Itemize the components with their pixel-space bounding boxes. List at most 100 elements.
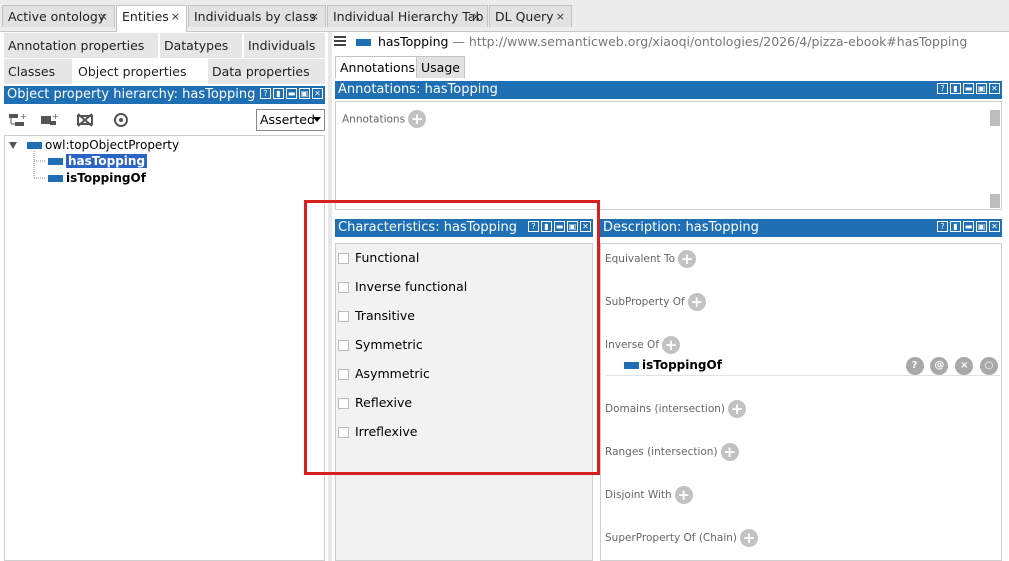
minimize-icon[interactable]: ▬ xyxy=(286,88,297,99)
split-icon[interactable]: ▮ xyxy=(950,221,961,232)
delete-button[interactable]: × xyxy=(955,357,974,375)
view-buttons: ? ▮ ▬ ▣ ✕ xyxy=(528,221,591,232)
close-view-icon[interactable]: ✕ xyxy=(989,83,1000,94)
superproperty-chain-section: SuperProperty Of (Chain) + xyxy=(605,527,759,547)
characteristic-transitive[interactable]: Transitive xyxy=(336,307,415,325)
split-icon[interactable]: ▮ xyxy=(950,83,961,94)
section-label: Domains (intersection) xyxy=(605,403,726,415)
characteristic-symmetric[interactable]: Symmetric xyxy=(336,336,423,354)
characteristic-label: Symmetric xyxy=(355,337,423,352)
add-sibling-property-icon[interactable]: + xyxy=(40,112,59,128)
tree-item-istoppingof[interactable]: isToppingOf xyxy=(48,170,146,186)
annotations-label: Annotations xyxy=(342,113,406,126)
split-icon[interactable]: ▮ xyxy=(541,221,552,232)
tab-annotation-properties[interactable]: Annotation properties xyxy=(4,33,158,58)
add-disjoint-button[interactable]: + xyxy=(674,485,693,504)
svg-text:+: + xyxy=(20,112,26,121)
add-equivalent-button[interactable]: + xyxy=(678,249,697,268)
tab-datatypes[interactable]: Datatypes xyxy=(160,33,242,58)
characteristics-title: Characteristics: hasTopping xyxy=(338,220,517,235)
tab-object-properties[interactable]: Object properties xyxy=(74,59,206,84)
close-view-icon[interactable]: ✕ xyxy=(312,88,323,99)
help-icon[interactable]: ? xyxy=(937,83,948,94)
annotate-button[interactable]: @ xyxy=(930,357,949,375)
split-icon[interactable]: ▮ xyxy=(273,88,284,99)
close-icon[interactable]: × xyxy=(556,6,565,27)
checkbox[interactable] xyxy=(338,427,349,438)
minimize-icon[interactable]: ▬ xyxy=(554,221,565,232)
hierarchy-mode-select[interactable]: Asserted xyxy=(256,109,325,131)
tab-classes[interactable]: Classes xyxy=(4,59,72,84)
scrollbar-thumb-top[interactable] xyxy=(990,110,1000,126)
close-icon[interactable]: × xyxy=(472,6,481,27)
find-usage-icon[interactable] xyxy=(112,112,130,128)
help-icon[interactable]: ? xyxy=(528,221,539,232)
tree-item-root[interactable]: owl:topObjectProperty xyxy=(27,137,179,153)
maximize-icon[interactable]: ▣ xyxy=(567,221,578,232)
add-chain-button[interactable]: + xyxy=(740,528,759,547)
annotations-panel: Annotations + xyxy=(335,101,1002,210)
scrollbar-thumb-bottom[interactable] xyxy=(990,194,1000,208)
characteristic-inverse-functional[interactable]: Inverse functional xyxy=(336,278,467,296)
close-icon[interactable]: × xyxy=(171,6,180,27)
checkbox[interactable] xyxy=(338,398,349,409)
add-domain-button[interactable]: + xyxy=(728,399,747,418)
characteristic-functional[interactable]: Functional xyxy=(336,249,419,267)
tab-usage[interactable]: Usage xyxy=(416,56,465,78)
inverse-of-row[interactable]: isToppingOf ? @ × ○ xyxy=(605,356,1000,376)
maximize-icon[interactable]: ▣ xyxy=(976,83,987,94)
add-inverse-button[interactable]: + xyxy=(661,335,680,354)
close-view-icon[interactable]: ✕ xyxy=(580,221,591,232)
tab-individual-hierarchy[interactable]: Individual Hierarchy Tab × xyxy=(327,5,488,27)
object-property-icon xyxy=(48,158,63,165)
split-pane-divider[interactable] xyxy=(328,32,332,561)
checkbox[interactable] xyxy=(338,369,349,380)
add-sub-property-icon[interactable]: + xyxy=(8,112,27,128)
section-label: Ranges (intersection) xyxy=(605,446,718,458)
characteristic-label: Functional xyxy=(355,250,420,265)
tab-entities[interactable]: Entities × xyxy=(116,5,187,32)
tab-individuals[interactable]: Individuals xyxy=(244,33,325,58)
tab-data-properties[interactable]: Data properties xyxy=(208,59,325,84)
characteristic-asymmetric[interactable]: Asymmetric xyxy=(336,365,430,383)
tab-annotations[interactable]: Annotations xyxy=(335,56,421,78)
maximize-icon[interactable]: ▣ xyxy=(299,88,310,99)
maximize-icon[interactable]: ▣ xyxy=(976,221,987,232)
tree-item-hastopping[interactable]: hasTopping xyxy=(48,153,148,169)
entity-name: hasTopping xyxy=(377,34,449,49)
add-sibling-property-icon-svg: + xyxy=(41,112,59,125)
add-subproperty-button[interactable]: + xyxy=(687,292,706,311)
minimize-icon[interactable]: ▬ xyxy=(963,83,974,94)
section-label: SuperProperty Of (Chain) xyxy=(605,532,738,544)
checkbox[interactable] xyxy=(338,282,349,293)
tab-active-ontology[interactable]: Active ontology × xyxy=(2,5,115,27)
characteristic-reflexive[interactable]: Reflexive xyxy=(336,394,412,412)
disjoint-with-section: Disjoint With + xyxy=(605,484,693,504)
menu-icon-svg xyxy=(334,36,346,46)
section-label: SubProperty Of xyxy=(605,296,685,308)
annotations-row: Annotations + xyxy=(342,110,427,128)
close-view-icon[interactable]: ✕ xyxy=(989,221,1000,232)
expand-toggle-icon[interactable] xyxy=(9,142,17,149)
add-range-button[interactable]: + xyxy=(720,442,739,461)
delete-property-icon[interactable] xyxy=(76,112,94,128)
help-icon[interactable]: ? xyxy=(937,221,948,232)
checkbox[interactable] xyxy=(338,253,349,264)
annotations-header: Annotations: hasTopping ? ▮ ▬ ▣ ✕ xyxy=(335,81,1002,99)
checkbox[interactable] xyxy=(338,311,349,322)
help-icon[interactable]: ? xyxy=(260,88,271,99)
characteristic-irreflexive[interactable]: Irreflexive xyxy=(336,423,417,441)
menu-icon[interactable] xyxy=(334,33,346,51)
characteristics-panel: Functional Inverse functional Transitive… xyxy=(335,243,593,561)
edit-button[interactable]: ○ xyxy=(980,357,998,375)
tab-individuals-by-class[interactable]: Individuals by class × xyxy=(188,5,326,27)
minimize-icon[interactable]: ▬ xyxy=(963,221,974,232)
explain-button[interactable]: ? xyxy=(905,357,924,375)
close-icon[interactable]: × xyxy=(310,6,319,27)
ranges-section: Ranges (intersection) + xyxy=(605,441,739,461)
checkbox[interactable] xyxy=(338,340,349,351)
add-annotation-button[interactable]: + xyxy=(408,110,427,128)
close-icon[interactable]: × xyxy=(99,6,108,27)
tab-dl-query[interactable]: DL Query × xyxy=(489,5,572,27)
hierarchy-header: Object property hierarchy: hasTopping ? … xyxy=(4,86,325,104)
